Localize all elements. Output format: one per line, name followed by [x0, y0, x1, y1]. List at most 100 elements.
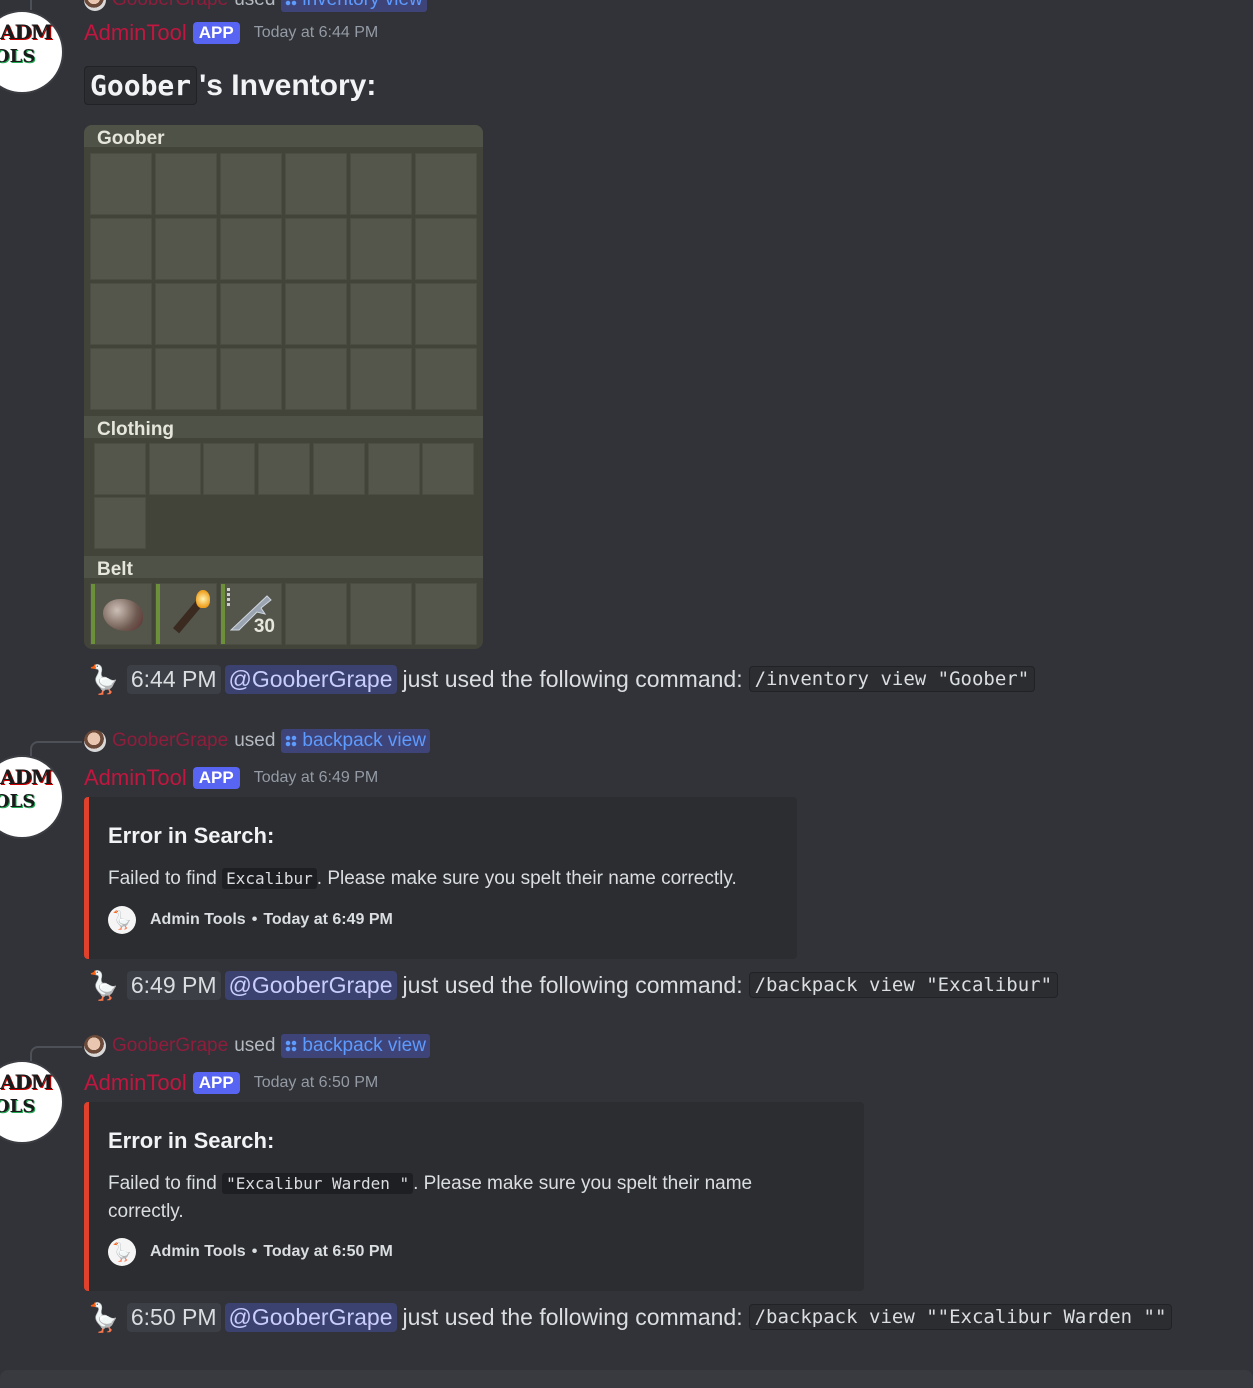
inventory-slot[interactable]: [90, 153, 152, 215]
log-command: /inventory view "Goober": [748, 666, 1036, 692]
inventory-slot[interactable]: [155, 153, 217, 215]
inventory-slot[interactable]: [155, 348, 217, 410]
desc-text: . Please make sure you spelt their name …: [316, 868, 737, 889]
belt-slot[interactable]: [285, 583, 347, 645]
inventory-slot[interactable]: [415, 283, 477, 345]
inventory-slot[interactable]: [415, 348, 477, 410]
clothing-section-label: Clothing: [97, 419, 175, 440]
clothing-slot[interactable]: [312, 443, 365, 495]
inventory-slot[interactable]: [415, 153, 477, 215]
belt-slot[interactable]: [90, 583, 152, 645]
reply-used-text: used: [234, 1035, 276, 1056]
replier-avatar[interactable]: [84, 1035, 106, 1057]
log-time: 6:50 PM: [126, 1302, 221, 1332]
inventory-slot[interactable]: [220, 283, 282, 345]
avatar-text-bottom: OLS: [0, 791, 36, 812]
reply-used-text: used: [234, 0, 275, 11]
clothing-slot[interactable]: [94, 443, 146, 495]
message-timestamp[interactable]: Today at 6:44 PM: [254, 24, 379, 42]
inventory-slot[interactable]: [220, 218, 282, 280]
inventory-slot[interactable]: [285, 348, 347, 410]
bot-avatar[interactable]: ADM OLS: [0, 755, 64, 839]
stone-icon: [103, 599, 143, 631]
error-embed: Error in Search: Failed to find Excalibu…: [84, 797, 797, 959]
footer-separator: •: [251, 1243, 258, 1260]
inventory-slot[interactable]: [285, 283, 347, 345]
goose-footer-icon: 🪿: [108, 906, 136, 934]
author-name[interactable]: AdminTool: [84, 20, 187, 46]
reply-connector: [30, 1046, 82, 1064]
goose-icon: 🪿: [86, 1301, 121, 1333]
clothing-slot[interactable]: [367, 443, 420, 495]
clothing-slot[interactable]: [258, 443, 311, 495]
replier-name[interactable]: GooberGrape: [112, 0, 228, 11]
footer-separator: •: [251, 911, 258, 928]
command-log-line: 🪿 6:44 PM @GooberGrape just used the fol…: [86, 662, 1036, 696]
clothing-slot[interactable]: [94, 497, 146, 549]
replier-avatar[interactable]: [84, 0, 106, 11]
user-mention[interactable]: @GooberGrape: [224, 1302, 397, 1332]
goose-footer-icon: 🪿: [108, 1238, 136, 1266]
inventory-slot[interactable]: [285, 218, 347, 280]
author-name[interactable]: AdminTool: [84, 1070, 187, 1096]
clothing-slot[interactable]: [203, 443, 256, 495]
inventory-slot[interactable]: [350, 218, 412, 280]
clothing-slot[interactable]: [148, 443, 201, 495]
inventory-slot[interactable]: [350, 153, 412, 215]
inventory-slot[interactable]: [90, 283, 152, 345]
belt-slot[interactable]: 30: [220, 583, 282, 645]
message-input-bar[interactable]: [0, 1370, 1253, 1388]
user-mention[interactable]: @GooberGrape: [224, 970, 397, 1000]
user-mention[interactable]: @GooberGrape: [224, 664, 397, 694]
embed-title: Error in Search:: [108, 1128, 275, 1153]
belt-slot[interactable]: [350, 583, 412, 645]
command-icon: [285, 1040, 298, 1052]
inventory-slot[interactable]: [155, 283, 217, 345]
belt-slot[interactable]: [415, 583, 477, 645]
inventory-heading-code: Goober: [84, 66, 198, 105]
command-chip[interactable]: inventory view: [281, 0, 427, 12]
command-log-line: 🪿 6:50 PM @GooberGrape just used the fol…: [86, 1300, 1173, 1334]
reply-used-text: used: [234, 730, 276, 751]
inventory-slot[interactable]: [90, 218, 152, 280]
bot-avatar[interactable]: ADM OLS: [0, 1060, 64, 1144]
replier-name[interactable]: GooberGrape: [112, 730, 228, 752]
message-header: AdminTool APP Today at 6:44 PM: [84, 18, 378, 48]
command-chip[interactable]: backpack view: [281, 1034, 430, 1058]
embed-description: Failed to find "Excalibur Warden ". Plea…: [108, 1170, 808, 1226]
goose-icon: 🪿: [86, 663, 121, 695]
inventory-slot[interactable]: [90, 348, 152, 410]
item-condition-bar: [156, 584, 160, 644]
inventory-slot[interactable]: [155, 218, 217, 280]
message-header: AdminTool APP Today at 6:49 PM: [84, 763, 378, 793]
goose-icon: 🪿: [86, 969, 121, 1001]
belt-slot[interactable]: [155, 583, 217, 645]
belt-section-label: Belt: [97, 559, 133, 580]
inventory-slot[interactable]: [220, 348, 282, 410]
belt-band: [84, 556, 483, 578]
inventory-slot[interactable]: [220, 153, 282, 215]
ammo-count: 30: [253, 616, 275, 637]
app-badge: APP: [192, 767, 240, 789]
inventory-slot[interactable]: [350, 283, 412, 345]
clothing-slot[interactable]: [422, 443, 475, 495]
footer-name: Admin Tools: [150, 1243, 246, 1260]
avatar-text-top: ADM: [0, 1070, 53, 1094]
inventory-heading: Goober 's Inventory:: [84, 66, 376, 105]
bot-avatar[interactable]: ADM OLS: [0, 10, 64, 94]
command-chip[interactable]: backpack view: [281, 729, 430, 753]
message-timestamp[interactable]: Today at 6:49 PM: [254, 769, 379, 787]
log-text: just used the following command:: [402, 665, 743, 692]
replier-avatar[interactable]: [84, 730, 106, 752]
embed-footer: 🪿 Admin Tools • Today at 6:50 PM: [108, 1238, 393, 1266]
message-timestamp[interactable]: Today at 6:50 PM: [254, 1074, 379, 1092]
inventory-slot[interactable]: [415, 218, 477, 280]
log-command: /backpack view ""Excalibur Warden "": [748, 1304, 1173, 1330]
log-command: /backpack view "Excalibur": [748, 972, 1059, 998]
replier-name[interactable]: GooberGrape: [112, 1035, 228, 1057]
author-name[interactable]: AdminTool: [84, 765, 187, 791]
desc-text: correctly.: [108, 1201, 184, 1222]
inventory-slot[interactable]: [350, 348, 412, 410]
inventory-image[interactable]: Goober Clothing Belt 30: [84, 125, 483, 649]
inventory-slot[interactable]: [285, 153, 347, 215]
